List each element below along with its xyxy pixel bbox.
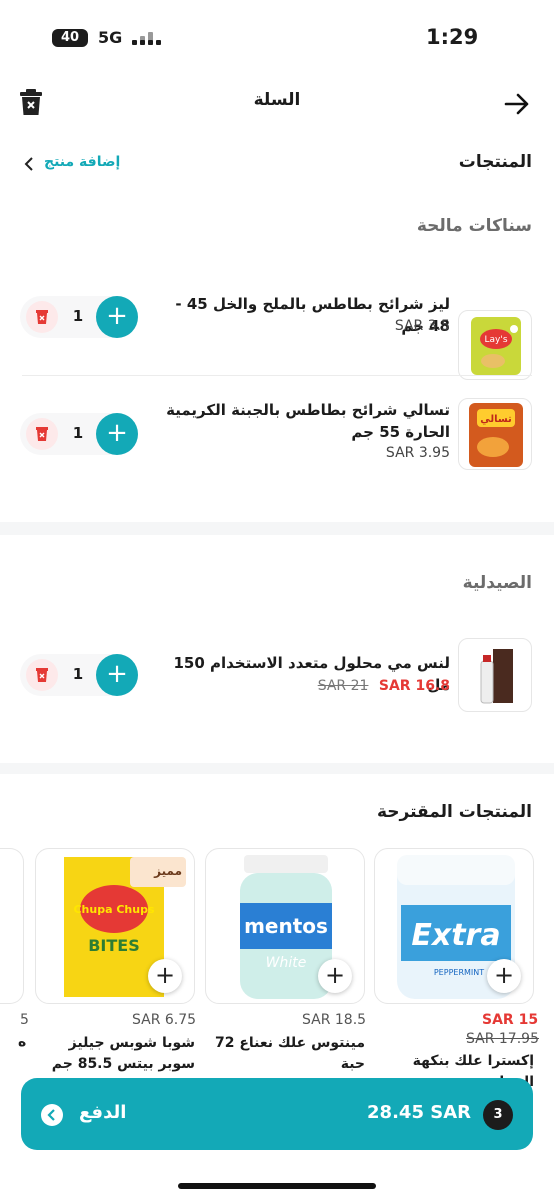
quantity-value: 1 [72,307,84,325]
svg-text:BITES: BITES [88,936,140,955]
quantity-value: 1 [72,665,84,683]
item-divider [22,375,532,376]
product-image: Lay's [458,310,532,380]
svg-text:تسالي: تسالي [480,414,512,425]
cart-products-card: المنتجات إضافة منتج سناكات مالحة Lay's ل… [0,132,554,522]
network-label: 5G [98,28,123,47]
page-title: السلة [253,90,301,110]
add-to-cart-button[interactable]: + [148,959,182,993]
status-bar: 40 5G 1:29 [0,0,554,78]
cart-item-price: SAR 3.95 [385,445,450,461]
trash-icon [36,427,48,441]
add-product-link[interactable]: إضافة منتج [24,154,134,176]
suggested-name: مينتوس علك نعناع 72 حبة [214,1035,365,1072]
suggested-price: SAR 6.75 [132,1012,197,1028]
add-to-cart-button[interactable]: + [318,959,352,993]
chevron-left-icon [41,1104,63,1126]
quantity-value: 1 [72,424,84,442]
battery-icon: 40 [52,29,88,47]
suggested-title: المنتجات المقترحة [376,802,532,822]
trash-icon [36,668,48,682]
product-image: تسالي [458,398,532,470]
increase-quantity-button[interactable]: + [96,654,138,696]
suggested-name: شوبا شوبس جيليز سوبر بيتس 85.5 جم [51,1035,195,1072]
product-image [458,638,532,712]
suggested-price: 5 [20,1012,29,1028]
group-title: سناكات مالحة [416,216,532,236]
svg-text:PEPPERMINT: PEPPERMINT [434,968,484,977]
suggested-product-card-partial[interactable] [0,848,24,1004]
checkout-total: 28.45 SAR [367,1102,471,1123]
cart-item-old-price: SAR 21 [317,678,369,694]
suggested-product-card[interactable]: Chupa Chups BITES مميز + [35,848,195,1004]
delete-item-button[interactable] [26,418,58,450]
suggested-product-card[interactable]: mentos White + [205,848,365,1004]
svg-text:Extra: Extra [411,918,500,953]
checkout-label: الدفع [79,1102,127,1123]
increase-quantity-button[interactable]: + [96,296,138,338]
quantity-stepper: 1 + [20,296,138,338]
add-product-label: إضافة منتج [44,154,121,170]
group-title: الصيدلية [462,573,532,593]
home-indicator [178,1183,376,1189]
products-heading: المنتجات [458,152,532,172]
cart-item-price-row: SAR 21 SAR 16.8 [318,678,450,694]
checkout-button[interactable]: 3 28.45 SAR الدفع [21,1078,533,1150]
suggested-old-price: SAR 17.95 [466,1031,539,1047]
signal-icon [132,30,162,46]
quantity-stepper: 1 + [20,654,138,696]
svg-text:White: White [266,955,307,971]
svg-text:Chupa Chups: Chupa Chups [73,903,154,916]
suggested-price: SAR 15 [482,1012,539,1028]
cart-item-price: SAR 3.5 [394,318,450,334]
featured-badge: مميز [130,857,186,887]
clock: 1:29 [426,25,479,49]
svg-text:mentos: mentos [244,914,328,938]
increase-quantity-button[interactable]: + [96,413,138,455]
trash-icon [36,310,48,324]
delete-item-button[interactable] [26,301,58,333]
cart-item-price: SAR 16.8 [378,678,450,694]
suggested-price: SAR 18.5 [302,1012,367,1028]
quantity-stepper: 1 + [20,413,138,455]
suggested-name: ه [18,1034,27,1050]
app-header: السلة [0,78,554,132]
chevron-left-icon [24,156,34,176]
suggested-product-card[interactable]: Extra PEPPERMINT + [374,848,534,1004]
svg-text:Lay's: Lay's [484,335,507,345]
pharmacy-card: الصيدلية لنس مي محلول متعدد الاستخدام 15… [0,535,554,763]
cart-item-name: تسالي شرائح بطاطس بالجبنة الكريمية الحار… [166,401,450,441]
back-arrow-icon[interactable] [504,92,530,116]
checkout-count-badge: 3 [483,1100,513,1130]
add-to-cart-button[interactable]: + [487,959,521,993]
delete-item-button[interactable] [26,659,58,691]
